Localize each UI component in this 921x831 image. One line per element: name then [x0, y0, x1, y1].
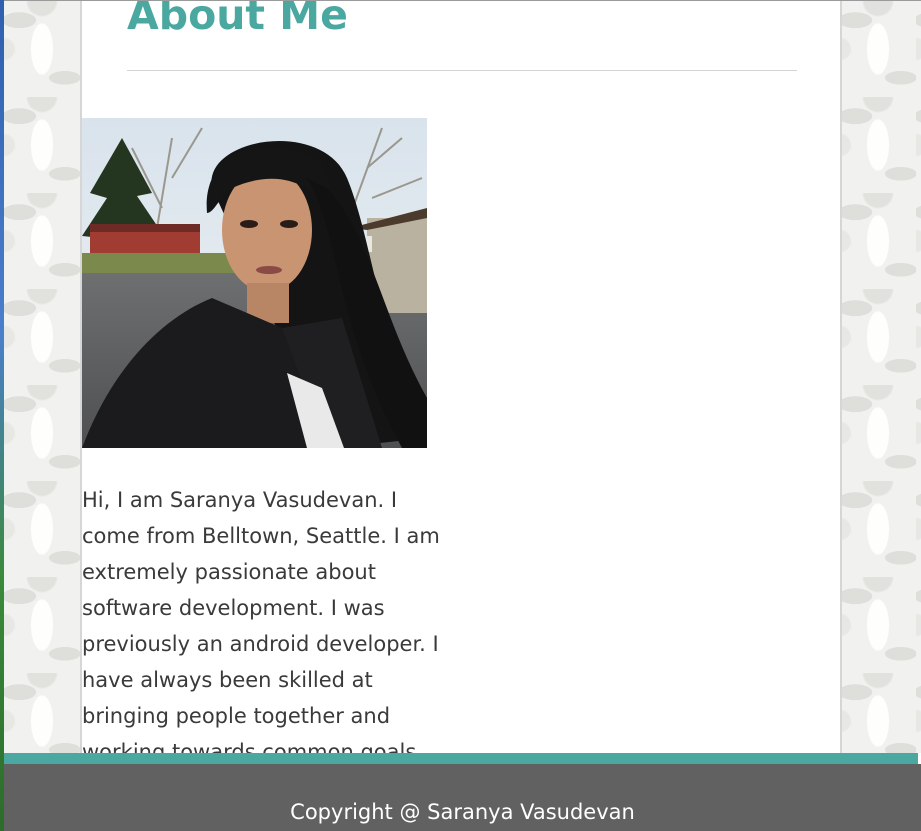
- page-title: About Me: [127, 1, 348, 39]
- title-divider: [127, 70, 797, 71]
- footer-accent-bar: [4, 753, 918, 764]
- footer: Copyright @ Saranya Vasudevan: [4, 764, 921, 831]
- profile-photo: [82, 118, 427, 448]
- about-text: Hi, I am Saranya Vasudevan. I come from …: [82, 488, 440, 753]
- copyright-text: Copyright @ Saranya Vasudevan: [290, 800, 635, 824]
- content-card: About Me Hi, I am Saranya Vasudevan. I c…: [80, 1, 842, 753]
